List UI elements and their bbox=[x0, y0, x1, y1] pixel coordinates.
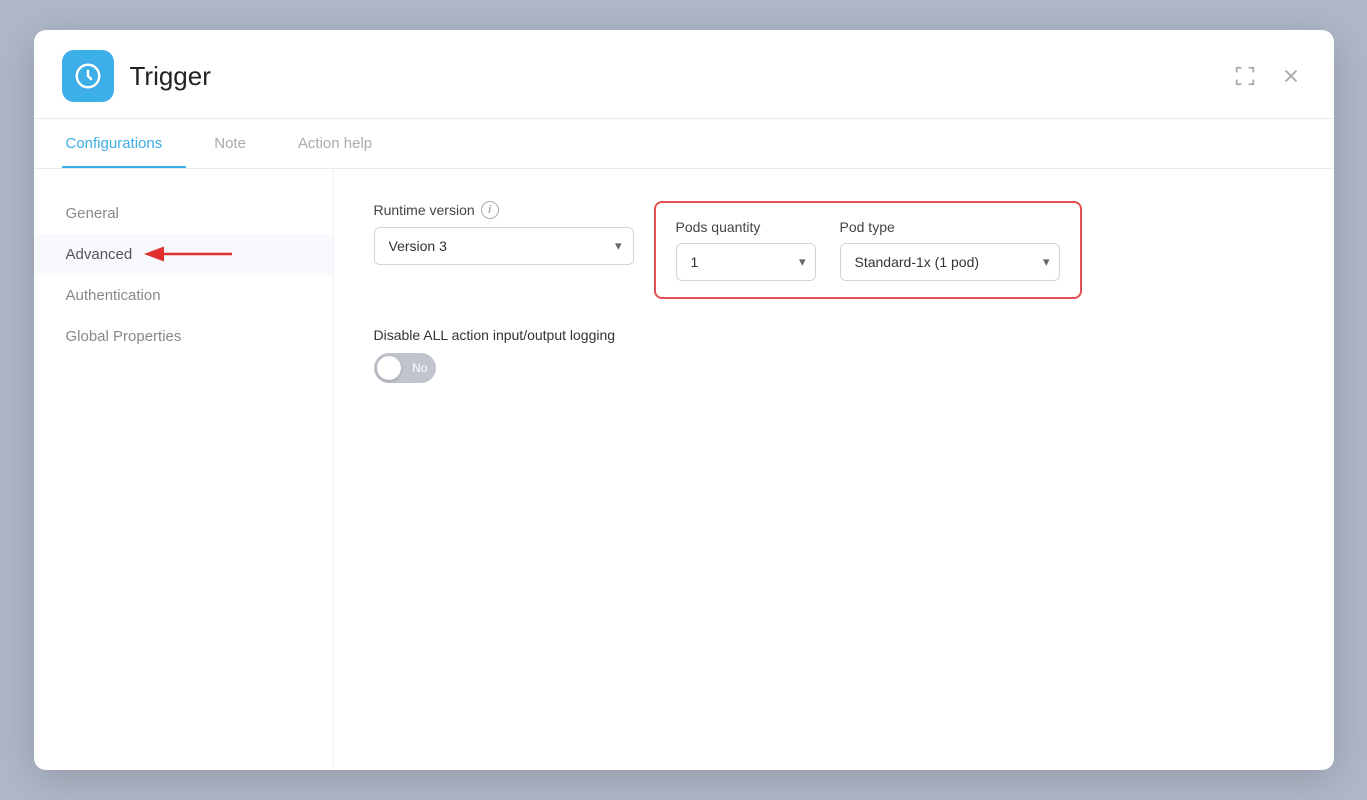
tab-action-help[interactable]: Action help bbox=[294, 119, 396, 168]
toggle-knob bbox=[377, 356, 401, 380]
pods-quantity-group: Pods quantity 1 2 3 4 ▾ bbox=[676, 219, 816, 281]
tabs-bar: Configurations Note Action help bbox=[34, 119, 1334, 169]
close-button[interactable] bbox=[1276, 61, 1306, 91]
runtime-version-select[interactable]: Version 1 Version 2 Version 3 bbox=[374, 227, 634, 265]
header-actions bbox=[1230, 61, 1306, 91]
main-content: Runtime version i Version 1 Version 2 Ve… bbox=[334, 169, 1334, 770]
logging-toggle-wrapper: No bbox=[374, 353, 1294, 383]
pods-section: Pods quantity 1 2 3 4 ▾ bbox=[654, 201, 1082, 299]
sidebar-item-general[interactable]: General bbox=[34, 193, 333, 234]
sidebar-item-authentication[interactable]: Authentication bbox=[34, 275, 333, 316]
runtime-version-select-wrapper: Version 1 Version 2 Version 3 ▾ bbox=[374, 227, 634, 265]
toggle-text: No bbox=[412, 361, 427, 375]
sidebar-item-global-properties[interactable]: Global Properties bbox=[34, 316, 333, 357]
expand-icon bbox=[1234, 65, 1256, 87]
clock-icon bbox=[73, 61, 103, 91]
runtime-pods-row: Runtime version i Version 1 Version 2 Ve… bbox=[374, 201, 1294, 299]
pod-type-select-wrapper: Standard-1x (1 pod) Standard-2x (2 pods)… bbox=[840, 243, 1060, 281]
sidebar: General Advanced Authentication G bbox=[34, 169, 334, 770]
pod-type-select[interactable]: Standard-1x (1 pod) Standard-2x (2 pods)… bbox=[840, 243, 1060, 281]
tab-configurations[interactable]: Configurations bbox=[62, 119, 187, 168]
modal-body: General Advanced Authentication G bbox=[34, 169, 1334, 770]
runtime-version-group: Runtime version i Version 1 Version 2 Ve… bbox=[374, 201, 634, 265]
close-icon bbox=[1280, 65, 1302, 87]
modal-container: Trigger Configurations bbox=[34, 30, 1334, 770]
sidebar-item-advanced[interactable]: Advanced bbox=[34, 234, 333, 275]
runtime-version-label: Runtime version i bbox=[374, 201, 634, 219]
expand-button[interactable] bbox=[1230, 61, 1260, 91]
logging-toggle[interactable]: No bbox=[374, 353, 436, 383]
modal-header: Trigger bbox=[34, 30, 1334, 119]
logging-label: Disable ALL action input/output logging bbox=[374, 327, 1294, 343]
pods-quantity-select-wrapper: 1 2 3 4 ▾ bbox=[676, 243, 816, 281]
red-arrow-annotation bbox=[154, 240, 234, 268]
trigger-icon bbox=[62, 50, 114, 102]
logging-section: Disable ALL action input/output logging … bbox=[374, 327, 1294, 383]
pods-quantity-label: Pods quantity bbox=[676, 219, 816, 235]
runtime-info-icon[interactable]: i bbox=[481, 201, 499, 219]
pod-type-group: Pod type Standard-1x (1 pod) Standard-2x… bbox=[840, 219, 1060, 281]
tab-note[interactable]: Note bbox=[210, 119, 270, 168]
pods-quantity-select[interactable]: 1 2 3 4 bbox=[676, 243, 816, 281]
pod-type-label: Pod type bbox=[840, 219, 1060, 235]
modal-title: Trigger bbox=[130, 61, 1230, 92]
